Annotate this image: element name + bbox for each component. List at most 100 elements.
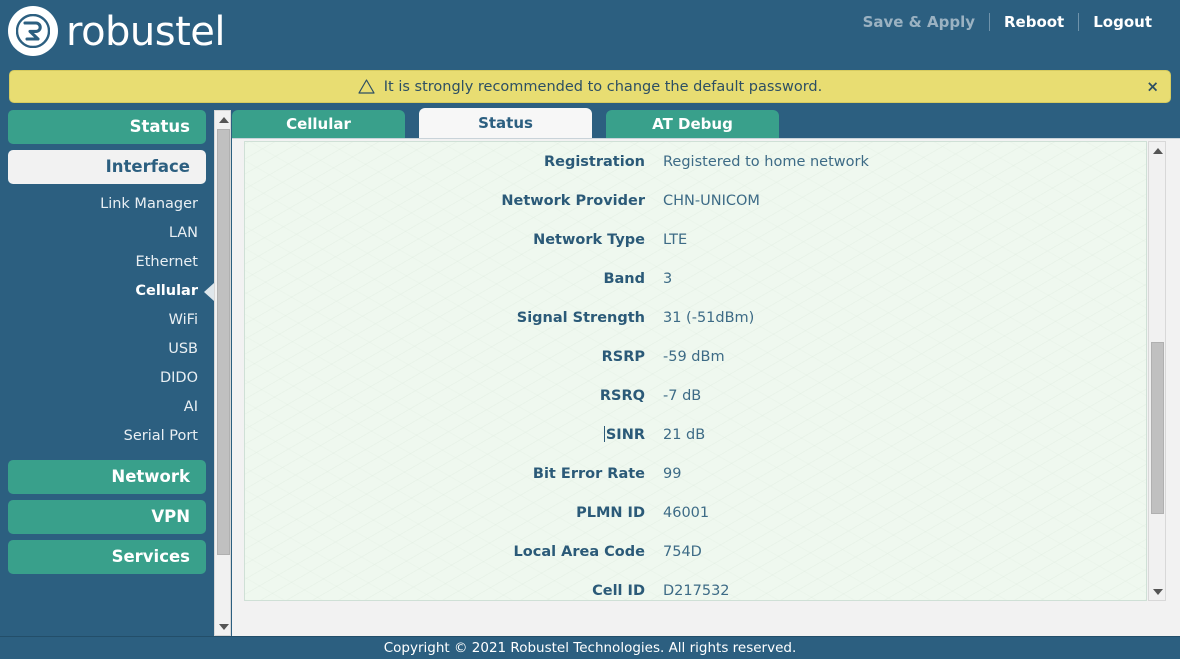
status-row-label: PLMN ID [245, 505, 663, 521]
close-icon[interactable]: × [1146, 79, 1159, 94]
save-apply-button[interactable]: Save & Apply [849, 10, 989, 34]
status-row: Registration Registered to home network [245, 142, 1146, 181]
sidebar-group-status[interactable]: Status [8, 110, 206, 144]
page-header: robustel Save & Apply Reboot Logout [0, 0, 1180, 66]
status-row-value: D217532 [663, 582, 730, 599]
status-row-value: 99 [663, 465, 682, 482]
router-web-ui: robustel Save & Apply Reboot Logout It i… [0, 0, 1180, 659]
status-row-label-text: Network Type [533, 231, 645, 248]
status-row: SINR 21 dB [245, 415, 1146, 454]
status-row-label: Band [245, 271, 663, 287]
status-row-value: 31 (-51dBm) [663, 309, 755, 326]
banner-message: It is strongly recommended to change the… [383, 78, 823, 95]
sidebar-item-label: Ethernet [135, 254, 198, 270]
tab-status[interactable]: Status [419, 108, 592, 138]
status-row-label-text: Registration [543, 153, 645, 170]
scroll-up-arrow-icon[interactable] [1149, 142, 1166, 159]
sidebar-item-lan[interactable]: LAN [0, 219, 214, 248]
status-row-value: 46001 [663, 504, 710, 521]
status-row-label-text: Local Area Code [513, 543, 645, 560]
sidebar-item-wifi[interactable]: WiFi [0, 306, 214, 335]
sidebar-item-link-manager[interactable]: Link Manager [0, 190, 214, 219]
status-row-value: LTE [663, 231, 688, 248]
scroll-up-arrow-icon[interactable] [215, 111, 232, 128]
status-row-label-text: Bit Error Rate [532, 465, 645, 482]
status-row-label-text: SINR [605, 427, 645, 443]
status-row-label: Cell ID [245, 583, 663, 599]
status-row-label-text: Signal Strength [516, 309, 645, 326]
status-row-label-text: RSRQ [599, 387, 645, 404]
sidebar-group-services[interactable]: Services [8, 540, 206, 574]
status-row-label-text: RSRP [601, 348, 645, 365]
status-row-label: Network Type [245, 232, 663, 248]
sidebar-item-label: AI [183, 399, 198, 415]
sidebar-item-label: DIDO [159, 370, 198, 386]
status-row-label-text: Cell ID [592, 582, 645, 599]
status-row-value: 754D [663, 543, 702, 560]
sidebar-item-label: Serial Port [123, 428, 198, 444]
status-row: Network Provider CHN-UNICOM [245, 181, 1146, 220]
robustel-logo-icon [8, 6, 58, 56]
status-row: Local Area Code 754D [245, 532, 1146, 571]
status-row-value: -59 dBm [663, 348, 725, 365]
sidebar-nav: Status Interface Link Manager LAN Ethern… [0, 110, 214, 580]
sidebar-scrollbar-thumb[interactable] [217, 129, 230, 555]
status-row: Signal Strength 31 (-51dBm) [245, 298, 1146, 337]
status-row-label: Registration [245, 154, 663, 170]
status-row: Network Type LTE [245, 220, 1146, 259]
status-row-label-text: Band [603, 270, 645, 287]
status-row-label: RSRP [245, 349, 663, 365]
status-row-value: 21 dB [663, 426, 706, 443]
cellular-status-panel: Registration Registered to home network Ne… [244, 141, 1147, 601]
warning-triangle-icon [358, 79, 375, 94]
sidebar-item-serial-port[interactable]: Serial Port [0, 422, 214, 451]
tab-cellular[interactable]: Cellular [232, 110, 405, 138]
content-scrollbar[interactable] [1148, 141, 1166, 601]
sidebar-item-usb[interactable]: USB [0, 335, 214, 364]
status-row-label: RSRQ [245, 388, 663, 404]
page-footer: Copyright © 2021 Robustel Technologies. … [0, 636, 1180, 659]
sidebar-item-label: Cellular [135, 283, 198, 299]
content-area: Registration Registered to home network Ne… [232, 138, 1180, 636]
status-row-label: SINR [245, 426, 663, 443]
sidebar-group-network[interactable]: Network [8, 460, 206, 494]
reboot-button[interactable]: Reboot [990, 10, 1078, 34]
status-row: Cell ID D217532 [245, 571, 1146, 600]
sidebar-item-label: Link Manager [100, 196, 198, 212]
tab-at-debug[interactable]: AT Debug [606, 110, 779, 138]
sidebar-item-ethernet[interactable]: Ethernet [0, 248, 214, 277]
status-row: RSRP -59 dBm [245, 337, 1146, 376]
status-row-label-text: PLMN ID [576, 504, 645, 521]
status-row: PLMN ID 46001 [245, 493, 1146, 532]
scroll-down-arrow-icon[interactable] [1149, 583, 1166, 600]
sidebar-item-cellular[interactable]: Cellular [0, 277, 214, 306]
tab-bar: Cellular Status AT Debug [232, 108, 1180, 138]
sidebar-item-label: USB [168, 341, 198, 357]
brand-name: robustel [66, 9, 226, 55]
status-row: Band 3 [245, 259, 1146, 298]
status-row-label: Network Provider [245, 193, 663, 209]
scroll-down-arrow-icon[interactable] [215, 618, 232, 635]
password-warning-banner: It is strongly recommended to change the… [9, 70, 1171, 103]
sidebar: Status Interface Link Manager LAN Ethern… [0, 110, 232, 636]
sidebar-item-label: WiFi [168, 312, 198, 328]
status-row-label-text: Network Provider [501, 192, 645, 209]
status-row-value: 3 [663, 270, 673, 287]
sidebar-item-dido[interactable]: DIDO [0, 364, 214, 393]
logout-button[interactable]: Logout [1079, 10, 1166, 34]
status-row-label: Signal Strength [245, 310, 663, 326]
brand-logo[interactable]: robustel [8, 6, 226, 56]
sidebar-item-label: LAN [168, 225, 198, 241]
content-scrollbar-thumb[interactable] [1151, 342, 1164, 514]
status-row: Bit Error Rate 99 [245, 454, 1146, 493]
status-row-label: Local Area Code [245, 544, 663, 560]
sidebar-scrollbar[interactable] [214, 110, 231, 636]
status-field-list: Registration Registered to home network Ne… [245, 142, 1146, 600]
sidebar-group-vpn[interactable]: VPN [8, 500, 206, 534]
sidebar-group-interface[interactable]: Interface [8, 150, 206, 184]
left-caret-icon [204, 282, 214, 301]
status-row-value: CHN-UNICOM [663, 192, 760, 209]
sidebar-item-ai[interactable]: AI [0, 393, 214, 422]
header-actions: Save & Apply Reboot Logout [849, 10, 1166, 34]
status-row-label: Bit Error Rate [245, 466, 663, 482]
